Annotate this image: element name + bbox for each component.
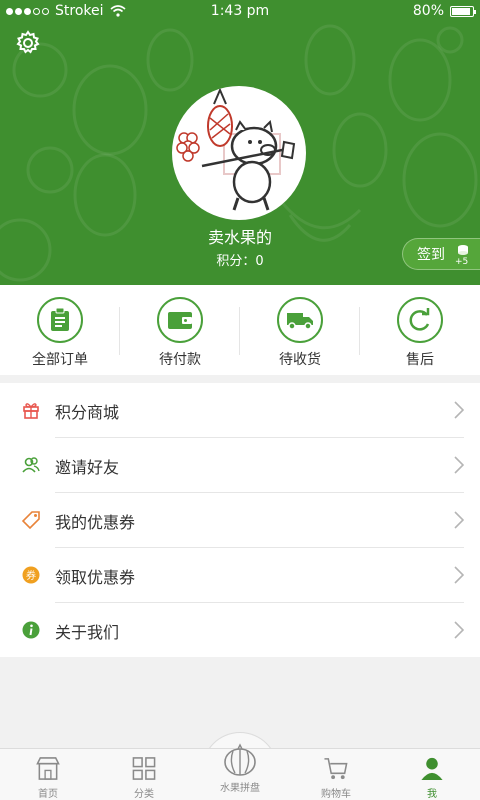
menu-label-about-us: 关于我们 bbox=[55, 622, 120, 642]
menu-item-my-coupons[interactable]: 我的优惠券 bbox=[0, 493, 480, 548]
menu-item-about-us[interactable]: 关于我们 bbox=[0, 603, 480, 658]
grid-icon bbox=[132, 757, 156, 780]
tab-category[interactable]: 分类 bbox=[96, 749, 192, 800]
order-after-sales-label: 售后 bbox=[406, 352, 434, 368]
gift-icon bbox=[23, 403, 39, 419]
menu-item-get-coupons[interactable]: 券 领取优惠券 bbox=[0, 548, 480, 603]
tab-fruit-platter[interactable]: 水果拼盘 bbox=[192, 743, 288, 800]
menu-label-points-mall: 积分商城 bbox=[55, 402, 120, 422]
tab-bar: 首页 分类 水果拼盘 购物车 我 bbox=[0, 743, 480, 800]
friends-icon bbox=[22, 457, 40, 473]
svg-text:券: 券 bbox=[26, 569, 36, 582]
order-pending-receipt-label: 待收货 bbox=[279, 352, 321, 368]
profile-header: Strokei 1:43 pm 80% 卖水果的 积分：0 签到 +5 bbox=[0, 0, 480, 285]
coupon-icon: 券 bbox=[22, 566, 40, 584]
tag-icon bbox=[22, 511, 40, 529]
order-pending-payment-label: 待付款 bbox=[159, 352, 201, 368]
order-pending-receipt-button[interactable]: 待收货 bbox=[240, 285, 360, 375]
battery-icon bbox=[450, 5, 476, 17]
tab-cart[interactable]: 购物车 bbox=[288, 749, 384, 800]
info-icon bbox=[22, 621, 40, 639]
fruit-platter-icon bbox=[224, 743, 256, 776]
chevron-right-icon bbox=[454, 456, 464, 474]
pig-mascot-avatar bbox=[176, 87, 296, 211]
order-all-button[interactable]: 全部订单 bbox=[0, 285, 120, 375]
order-pending-payment-button[interactable]: 待付款 bbox=[120, 285, 240, 375]
shop-icon bbox=[36, 757, 60, 780]
menu-label-invite-friends: 邀请好友 bbox=[55, 457, 120, 477]
wallet-icon bbox=[168, 312, 192, 329]
settings-gear-icon[interactable] bbox=[14, 29, 42, 57]
signin-button[interactable]: 签到 +5 bbox=[402, 238, 480, 270]
refresh-icon bbox=[409, 308, 430, 331]
tab-me[interactable]: 我 bbox=[384, 749, 480, 800]
tab-home[interactable]: 首页 bbox=[0, 749, 96, 800]
truck-icon bbox=[287, 313, 313, 330]
status-bar: Strokei 1:43 pm 80% bbox=[0, 0, 480, 22]
tab-cart-label: 购物车 bbox=[321, 789, 351, 800]
chevron-right-icon bbox=[454, 566, 464, 584]
battery-percent: 80% bbox=[412, 3, 444, 19]
menu-item-invite-friends[interactable]: 邀请好友 bbox=[0, 438, 480, 493]
user-icon bbox=[421, 757, 443, 781]
clipboard-icon bbox=[51, 308, 69, 331]
chevron-right-icon bbox=[454, 511, 464, 529]
signin-label: 签到 bbox=[417, 247, 445, 263]
cart-icon bbox=[324, 758, 348, 780]
tab-me-label: 我 bbox=[427, 789, 437, 800]
signin-bonus: +5 bbox=[455, 257, 469, 267]
menu-label-get-coupons: 领取优惠券 bbox=[55, 567, 136, 587]
menu-item-points-mall[interactable]: 积分商城 bbox=[0, 383, 480, 438]
order-all-label: 全部订单 bbox=[32, 352, 88, 368]
menu-label-my-coupons: 我的优惠券 bbox=[55, 512, 136, 532]
menu-list: 积分商城 邀请好友 我的优惠券 券 领取优惠券 关于我们 bbox=[0, 383, 480, 657]
orders-section: 全部订单 待付款 待收货 售后 bbox=[0, 285, 480, 375]
tab-home-label: 首页 bbox=[38, 789, 58, 800]
chevron-right-icon bbox=[454, 401, 464, 419]
chevron-right-icon bbox=[454, 621, 464, 639]
tab-fruit-platter-label: 水果拼盘 bbox=[220, 783, 260, 794]
avatar[interactable] bbox=[172, 86, 306, 220]
tab-category-label: 分类 bbox=[134, 789, 154, 800]
status-time: 1:43 pm bbox=[210, 3, 270, 19]
order-after-sales-button[interactable]: 售后 bbox=[360, 285, 480, 375]
